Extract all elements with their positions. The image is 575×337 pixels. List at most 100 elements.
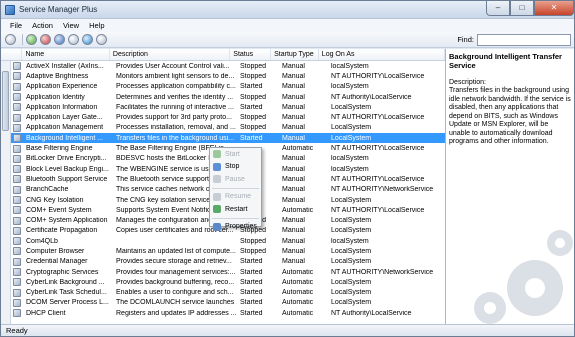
service-startup-type: Manual <box>282 72 305 80</box>
context-menu-restart[interactable]: Restart <box>210 203 261 216</box>
service-status: Started <box>240 83 263 91</box>
service-log-on-as: NT AUTHORITY\LocalService <box>331 72 425 80</box>
service-log-on-as: localSystem <box>331 237 369 245</box>
table-row[interactable]: DHCP Client Registers and updates IP addr… <box>11 308 445 318</box>
find-label: Find: <box>457 35 474 44</box>
context-menu-label: Pause <box>225 175 245 183</box>
details-title: Background Intelligent Transfer Service <box>449 52 562 70</box>
service-log-on-as: LocalSystem <box>331 196 372 204</box>
service-name: Credential Manager <box>26 258 88 266</box>
service-log-on-as: LocalSystem <box>331 289 372 297</box>
details-description-text: Transfers files in the background using … <box>449 87 571 145</box>
scrollbar-thumb[interactable] <box>2 71 9 131</box>
start-service-icon[interactable] <box>26 34 37 45</box>
properties-icon <box>213 222 221 231</box>
menu-file[interactable]: File <box>5 21 27 30</box>
service-icon <box>13 103 21 112</box>
service-status: Started <box>240 134 263 142</box>
service-status: Stopped <box>240 72 267 80</box>
table-row[interactable]: DCOM Server Process L... The DCOMLAUNCH s… <box>11 298 445 308</box>
close-button[interactable]: ✕ <box>534 0 574 16</box>
service-icon <box>13 165 21 174</box>
context-menu-label: Start <box>225 150 240 158</box>
service-name: ActiveX Installer (AxIns... <box>26 62 104 70</box>
service-log-on-as: LocalSystem <box>331 217 372 225</box>
table-row[interactable]: Cryptographic Services Provides four mana… <box>11 267 445 277</box>
header-description[interactable]: Description <box>110 49 231 60</box>
context-menu-properties[interactable]: Properties <box>210 221 261 234</box>
status-text: Ready <box>6 326 28 335</box>
table-row[interactable]: Background Intelligent ... Transfers file… <box>11 133 445 144</box>
table-row[interactable]: Computer Browser Maintains an updated lis… <box>11 246 445 256</box>
table-row[interactable]: Credential Manager Provides secure storag… <box>11 257 445 267</box>
service-description: Provides four management services:... <box>116 268 236 276</box>
context-menu-label: Restart <box>225 205 248 213</box>
service-name: Base Filtering Engine <box>26 145 93 153</box>
service-description: Provides User Account Control vali... <box>116 62 230 70</box>
service-name: DCOM Server Process L... <box>26 299 109 307</box>
properties-icon[interactable] <box>96 34 107 45</box>
table-row[interactable]: Application Layer Gate... Provides suppor… <box>11 112 445 122</box>
pause-service-icon[interactable] <box>54 34 65 45</box>
service-startup-type: Manual <box>282 258 305 266</box>
context-menu-pause: Pause <box>210 173 261 186</box>
resume-service-icon[interactable] <box>68 34 79 45</box>
service-icon <box>13 278 21 287</box>
service-startup-type: Manual <box>282 114 305 122</box>
restart-service-icon[interactable] <box>82 34 93 45</box>
service-icon <box>13 175 21 184</box>
table-row[interactable]: Adaptive Brightness Monitors ambient ligh… <box>11 71 445 81</box>
service-description: Facilitates the running of interactive .… <box>116 103 234 111</box>
service-description: Maintains an updated list of compute... <box>116 247 236 255</box>
service-icon <box>13 288 21 297</box>
service-status: Stopped <box>240 62 267 70</box>
service-log-on-as: LocalSystem <box>331 247 372 255</box>
menu-action[interactable]: Action <box>27 21 58 30</box>
back-icon[interactable] <box>5 34 16 45</box>
vertical-scrollbar[interactable] <box>1 61 11 324</box>
service-log-on-as: LocalSystem <box>331 134 372 142</box>
context-menu-stop[interactable]: Stop <box>210 161 261 174</box>
table-row[interactable]: Application Information Facilitates the r… <box>11 102 445 112</box>
find-box: Find: <box>457 33 571 46</box>
header-log-on-as[interactable]: Log On As <box>319 49 445 60</box>
stop-service-icon[interactable] <box>40 34 51 45</box>
header-startup-type[interactable]: Startup Type <box>271 49 319 60</box>
service-icon <box>13 257 21 266</box>
service-icon <box>13 226 21 235</box>
menu-help[interactable]: Help <box>84 21 109 30</box>
header-status[interactable]: Status <box>230 49 272 60</box>
service-startup-type: Manual <box>282 124 305 132</box>
table-row[interactable]: Com4QLb Stopped Manual localSystem <box>11 236 445 246</box>
table-row[interactable]: Application Identity Determines and verif… <box>11 92 445 102</box>
table-row[interactable]: ActiveX Installer (AxIns... Provides User… <box>11 61 445 71</box>
service-log-on-as: NT AUTHORITY\NetworkService <box>331 186 434 194</box>
service-icon <box>13 144 21 153</box>
table-row[interactable]: CyberLink Task Schedul... Enables a user … <box>11 288 445 298</box>
service-name: Bluetooth Support Service <box>26 175 108 183</box>
service-status: Started <box>240 299 263 307</box>
table-header: Name Description Status Startup Type Log… <box>1 49 445 61</box>
service-startup-type: Automatic <box>282 206 314 214</box>
service-startup-type: Manual <box>282 62 305 70</box>
app-window: Service Manager Plus – □ ✕ File Action V… <box>0 0 575 337</box>
menu-view[interactable]: View <box>58 21 84 30</box>
service-icon <box>13 196 21 204</box>
pause-icon <box>213 175 221 184</box>
header-name[interactable]: Name <box>22 49 110 60</box>
service-startup-type: Manual <box>282 155 305 163</box>
service-status: Stopped <box>240 237 267 245</box>
service-name: Application Experience <box>26 83 98 91</box>
find-input[interactable] <box>477 33 571 46</box>
service-name: BitLocker Drive Encrypti... <box>26 155 107 163</box>
table-row[interactable]: Application Experience Processes applicat… <box>11 82 445 92</box>
minimize-button[interactable]: – <box>486 0 510 16</box>
context-menu-label: Properties <box>225 223 257 231</box>
context-menu-separator <box>212 217 259 219</box>
service-log-on-as: LocalSystem <box>331 103 372 111</box>
service-icon <box>13 206 21 215</box>
table-row[interactable]: Application Management Processes installa… <box>11 123 445 133</box>
context-menu: Start Stop Pause Resume Restart Properties <box>209 147 262 231</box>
maximize-button[interactable]: □ <box>510 0 534 16</box>
table-row[interactable]: CyberLink Background ... Provides backgro… <box>11 277 445 287</box>
